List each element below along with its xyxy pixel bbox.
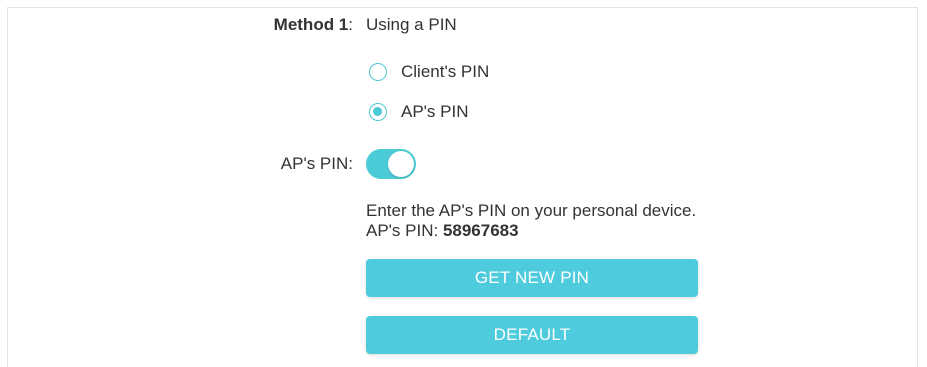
radio-button-checked[interactable] bbox=[369, 103, 387, 121]
ap-pin-info: Enter the AP's PIN on your personal devi… bbox=[366, 201, 696, 241]
radio-button-unchecked[interactable] bbox=[369, 63, 387, 81]
method-value: Using a PIN bbox=[366, 15, 457, 34]
ap-pin-line: AP's PIN: 58967683 bbox=[366, 221, 696, 241]
ap-pin-toggle-label-colon: : bbox=[348, 154, 353, 173]
ap-pin-prefix: AP's PIN: bbox=[366, 221, 443, 240]
method-label: Method 1: bbox=[274, 15, 353, 35]
default-button[interactable]: DEFAULT bbox=[366, 316, 698, 354]
method-label-colon: : bbox=[348, 15, 353, 34]
ap-pin-toggle-label: AP's PIN: bbox=[281, 154, 353, 174]
radio-label-aps-pin: AP's PIN bbox=[401, 102, 469, 121]
ap-pin-instruction: Enter the AP's PIN on your personal devi… bbox=[366, 201, 697, 220]
ap-pin-toggle-label-text: AP's PIN bbox=[280, 154, 349, 173]
get-new-pin-button[interactable]: GET NEW PIN bbox=[366, 259, 698, 297]
radio-clients-pin[interactable]: Client's PIN bbox=[369, 60, 489, 84]
radio-label-clients-pin: Client's PIN bbox=[401, 62, 490, 81]
radio-aps-pin[interactable]: AP's PIN bbox=[369, 100, 469, 124]
toggle-knob bbox=[388, 151, 414, 177]
method-label-text: Method 1 bbox=[273, 15, 349, 34]
ap-pin-toggle-switch[interactable] bbox=[366, 149, 416, 179]
ap-pin-value: 58967683 bbox=[442, 221, 519, 240]
